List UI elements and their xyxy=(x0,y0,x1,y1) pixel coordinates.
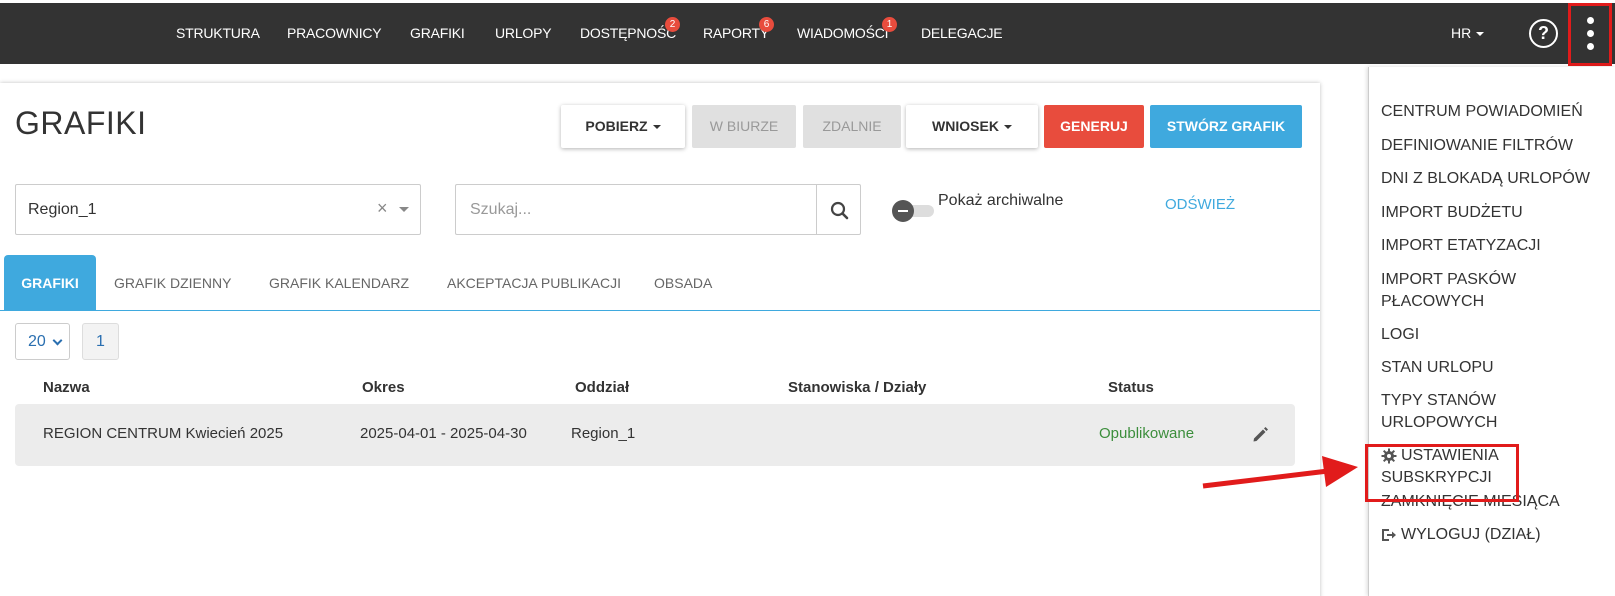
nav-item-dostepnosc[interactable]: DOSTĘPNOŚĆ xyxy=(580,3,676,64)
column-header-status: Status xyxy=(1108,379,1154,396)
cell-name: REGION CENTRUM Kwiecień 2025 xyxy=(43,425,284,442)
menu-item-definiowanie-filtrow[interactable]: DEFINIOWANIE FILTRÓW xyxy=(1381,135,1573,157)
settings-dropdown-menu: CENTRUM POWIADOMIEŃ DEFINIOWANIE FILTRÓW… xyxy=(1368,67,1615,596)
tab-akceptacja-publikacji[interactable]: AKCEPTACJA PUBLIKACJI xyxy=(447,255,621,311)
wiadomosci-badge: 1 xyxy=(882,17,897,32)
menu-item-stan-urlopu[interactable]: STAN URLOPU xyxy=(1381,357,1494,379)
menu-item-wyloguj-label: WYLOGUJ (DZIAŁ) xyxy=(1401,526,1541,543)
region-select[interactable]: Region_1 × xyxy=(15,184,421,235)
column-header-okres: Okres xyxy=(362,379,405,396)
page-size-select[interactable]: 20 xyxy=(15,323,70,360)
top-navbar: STRUKTURA PRACOWNICY GRAFIKI URLOPY DOST… xyxy=(0,0,1615,67)
table-row[interactable]: REGION CENTRUM Kwiecień 2025 2025-04-01 … xyxy=(15,404,1295,466)
nav-item-urlopy[interactable]: URLOPY xyxy=(495,3,552,64)
menu-item-import-etatyzacji[interactable]: IMPORT ETATYZACJI xyxy=(1381,235,1541,257)
nav-item-struktura[interactable]: STRUKTURA xyxy=(176,3,260,64)
create-schedule-button[interactable]: STWÓRZ GRAFIK xyxy=(1150,105,1302,148)
kebab-dot-icon xyxy=(1587,43,1594,50)
cell-branch: Region_1 xyxy=(571,425,636,442)
tab-grafiki[interactable]: GRAFIKI xyxy=(4,255,96,311)
dostepnosc-badge: 2 xyxy=(665,17,680,32)
menu-item-import-paskow[interactable]: IMPORT PASKÓW PŁACOWYCH xyxy=(1381,269,1516,313)
toggle-knob xyxy=(892,200,914,222)
tab-grafik-kalendarz[interactable]: GRAFIK KALENDARZ xyxy=(269,255,409,311)
page-size-value: 20 xyxy=(28,333,46,350)
column-header-nazwa: Nazwa xyxy=(43,379,90,396)
nav-item-wiadomosci[interactable]: WIADOMOŚCI xyxy=(797,3,889,64)
clear-icon[interactable]: × xyxy=(377,198,388,219)
search-button[interactable] xyxy=(816,184,861,235)
nav-item-delegacje[interactable]: DELEGACJE xyxy=(921,3,1003,64)
top-navbar-inner: STRUKTURA PRACOWNICY GRAFIKI URLOPY DOST… xyxy=(0,3,1615,64)
region-select-value: Region_1 xyxy=(28,201,97,218)
user-menu-hr[interactable]: HR xyxy=(1451,3,1485,64)
download-button[interactable]: POBIERZ xyxy=(561,105,685,148)
caret-down-icon xyxy=(1476,32,1485,37)
menu-item-import-budzetu[interactable]: IMPORT BUDŻETU xyxy=(1381,202,1523,224)
pencil-icon[interactable] xyxy=(1250,424,1270,444)
user-menu-label: HR xyxy=(1451,25,1472,41)
nav-item-grafiki[interactable]: GRAFIKI xyxy=(410,3,465,64)
kebab-dot-icon xyxy=(1587,17,1594,24)
request-button-label: WNIOSEK xyxy=(932,118,999,134)
archive-toggle-label: Pokaż archiwalne xyxy=(938,192,1064,209)
remote-button[interactable]: ZDALNIE xyxy=(803,105,901,148)
menu-item-dni-z-blokada[interactable]: DNI Z BLOKADĄ URLOPÓW xyxy=(1381,168,1590,190)
annotation-highlight-box xyxy=(1365,444,1519,502)
generate-button[interactable]: GENERUJ xyxy=(1044,105,1144,148)
help-icon[interactable]: ? xyxy=(1529,19,1558,48)
page-number-button[interactable]: 1 xyxy=(82,323,119,360)
nav-item-raporty[interactable]: RAPORTY xyxy=(703,3,769,64)
search-icon xyxy=(830,201,849,220)
caret-down-icon xyxy=(652,125,661,130)
archive-toggle[interactable] xyxy=(892,200,935,222)
refresh-link[interactable]: ODŚWIEŻ xyxy=(1165,196,1235,213)
chevron-down-icon xyxy=(52,335,63,346)
tab-grafik-dzienny[interactable]: GRAFIK DZIENNY xyxy=(114,255,231,311)
menu-item-typy-stanow[interactable]: TYPY STANÓW URLOPOWYCH xyxy=(1381,390,1497,434)
download-button-label: POBIERZ xyxy=(585,118,648,134)
menu-item-wyloguj[interactable]: WYLOGUJ (DZIAŁ) xyxy=(1381,524,1541,546)
column-header-stanowiska: Stanowiska / Działy xyxy=(788,379,927,396)
request-button[interactable]: WNIOSEK xyxy=(906,105,1038,148)
logout-icon xyxy=(1382,529,1396,541)
main-panel: GRAFIKI POBIERZ W BIURZE ZDALNIE WNIOSEK… xyxy=(0,83,1320,596)
menu-item-logi[interactable]: LOGI xyxy=(1381,324,1419,346)
menu-item-centrum-powiadomien[interactable]: CENTRUM POWIADOMIEŃ xyxy=(1381,101,1583,123)
raporty-badge: 6 xyxy=(759,17,774,32)
tab-bar: GRAFIKI GRAFIK DZIENNY GRAFIK KALENDARZ … xyxy=(0,255,1320,311)
caret-down-icon xyxy=(1003,125,1012,130)
office-button[interactable]: W BIURZE xyxy=(692,105,796,148)
kebab-dot-icon xyxy=(1587,30,1594,37)
kebab-menu-button[interactable] xyxy=(1568,3,1612,66)
cell-status: Opublikowane xyxy=(1099,425,1195,442)
cell-period: 2025-04-01 - 2025-04-30 xyxy=(360,425,527,442)
column-header-oddzial: Oddział xyxy=(575,379,630,396)
nav-item-pracownicy[interactable]: PRACOWNICY xyxy=(287,3,382,64)
search-input[interactable] xyxy=(455,184,816,235)
tab-obsada[interactable]: OBSADA xyxy=(654,255,712,311)
caret-down-icon[interactable] xyxy=(399,207,409,212)
page-title: GRAFIKI xyxy=(15,105,147,141)
